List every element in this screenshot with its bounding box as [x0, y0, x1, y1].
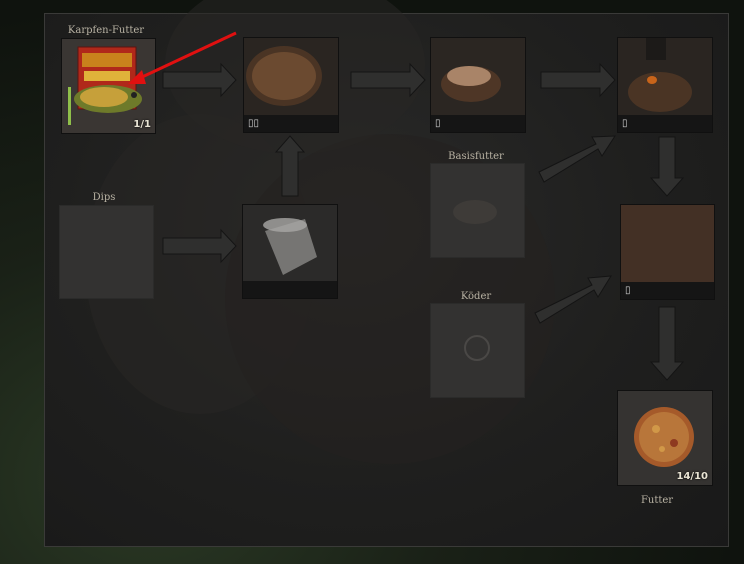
bait-icon: [464, 335, 490, 361]
flow-arrow: [649, 306, 685, 381]
flow-arrow: [162, 62, 237, 98]
flow-arrow: [649, 136, 685, 197]
flow-arrow: [540, 62, 616, 98]
progress-bar: [68, 87, 71, 125]
flow-arrow: [274, 135, 306, 197]
base-feed-pile-icon: [453, 200, 497, 224]
label-carp-feed: Karpfen-Futter: [67, 25, 145, 36]
cup-slot[interactable]: [242, 204, 338, 299]
carp-feed-slot[interactable]: 1/1: [61, 38, 156, 134]
bowl-liquid-slot-bar: ▯: [618, 115, 712, 132]
mix-slot[interactable]: ▯: [620, 204, 715, 300]
label-bait: Köder: [460, 291, 492, 302]
flow-arrow: [162, 228, 237, 264]
bait-slot[interactable]: [430, 303, 525, 398]
label-dips: Dips: [92, 192, 116, 203]
result-count: 14/10: [676, 471, 708, 482]
feed-bowl-icon: [244, 38, 338, 118]
flow-arrow: [538, 135, 616, 183]
label-feed: Futter: [640, 495, 674, 506]
result-slot[interactable]: 14/10: [617, 390, 713, 486]
feed-mix-icon: [621, 205, 714, 285]
plastic-cup-icon: [263, 218, 317, 275]
cup-slot-bar: [243, 281, 337, 298]
kneading-slot[interactable]: ▯: [430, 37, 526, 133]
bowl-liquid-slot[interactable]: ▯: [617, 37, 713, 133]
flow-arrow: [534, 275, 612, 324]
mix-slot-bar: ▯: [621, 282, 714, 299]
bowl-slot-bar: ▯▯: [244, 115, 338, 132]
flow-arrow: [350, 62, 426, 98]
label-base-feed: Basisfutter: [448, 151, 504, 162]
bowl-liquid-icon: [618, 38, 712, 118]
kneading-slot-bar: ▯: [431, 115, 525, 132]
bowl-slot[interactable]: ▯▯: [243, 37, 339, 133]
carp-feed-count: 1/1: [133, 119, 151, 130]
dips-slot[interactable]: [59, 205, 154, 299]
base-feed-slot[interactable]: [430, 163, 525, 258]
kneading-hands-icon: [431, 38, 525, 118]
